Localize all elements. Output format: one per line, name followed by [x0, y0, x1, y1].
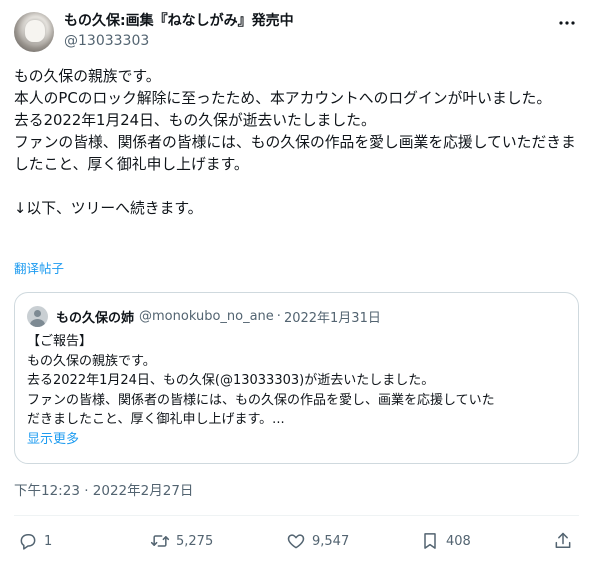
more-options-button[interactable]: [555, 13, 579, 33]
post-header: もの久保:画集『ねなしがみ』発売中 @13033303: [14, 11, 579, 55]
quoted-line: 【ご報告】: [27, 334, 93, 349]
quoted-post-text: 【ご報告】 もの久保の親族です。 去る2022年1月24日、もの久保(@1303…: [27, 332, 567, 449]
quoted-line: もの久保の親族です。: [27, 353, 156, 369]
post-paragraph: ↓以下、ツリーへ続きます。: [14, 200, 203, 217]
bookmark-count: 408: [446, 533, 471, 549]
translate-post-link[interactable]: 翻译帖子: [14, 260, 64, 278]
reply-count: 1: [44, 533, 53, 549]
like-button[interactable]: 9,547: [286, 531, 349, 551]
quoted-post[interactable]: もの久保の姉 @monokubo_no_ane · 2022年1月31日 【ご報…: [14, 292, 579, 464]
bookmark-button[interactable]: 408: [420, 531, 471, 551]
post-text: もの久保の親族です。 本人のPCのロック解除に至ったため、本アカウントへのログイ…: [14, 66, 582, 220]
quoted-line: だきましたこと、厚く御礼申し上げます。...: [27, 412, 285, 427]
share-button[interactable]: [553, 531, 573, 551]
post-paragraph: もの久保の親族です。 本人のPCのロック解除に至ったため、本アカウントへのログイ…: [14, 68, 576, 173]
bookmark-icon: [424, 533, 436, 549]
repost-count: 5,275: [176, 533, 214, 549]
reply-button[interactable]: 1: [18, 531, 52, 551]
repost-icon: [150, 535, 170, 547]
author-display-name[interactable]: もの久保:画集『ねなしがみ』発売中: [64, 11, 294, 31]
post-timestamp[interactable]: 下午12:23 · 2022年2月27日: [14, 481, 193, 501]
author-handle[interactable]: @13033303: [64, 31, 294, 51]
post-detail: もの久保:画集『ねなしがみ』発売中 @13033303 もの久保の親族です。 本…: [0, 0, 593, 567]
reply-icon: [20, 534, 36, 550]
heart-icon: [287, 534, 305, 549]
separator-dot: ·: [276, 308, 281, 324]
quoted-line: 去る2022年1月24日、もの久保(@13033303)が逝去いたしました。: [27, 373, 435, 388]
divider: [14, 515, 579, 516]
quoted-author-name: もの久保の姉: [56, 310, 135, 326]
author-info: もの久保:画集『ねなしがみ』発売中 @13033303: [64, 11, 294, 51]
quoted-line: ファンの皆様、関係者の皆様には、もの久保の作品を愛し、画業を応援していた: [27, 392, 495, 408]
author-avatar[interactable]: [14, 12, 54, 52]
quoted-post-date: 2022年1月31日: [283, 310, 381, 326]
quoted-post-header: もの久保の姉 @monokubo_no_ane · 2022年1月31日: [27, 305, 381, 327]
more-horizontal-icon: [559, 21, 575, 25]
like-count: 9,547: [312, 533, 350, 549]
show-more-link[interactable]: 显示更多: [27, 430, 567, 450]
repost-button[interactable]: 5,275: [150, 531, 213, 551]
quoted-author-avatar: [27, 305, 48, 327]
share-icon: [555, 532, 571, 548]
action-bar: 1 5,275 9,547 408: [14, 529, 579, 557]
quoted-author-handle: @monokubo_no_ane: [139, 308, 274, 324]
